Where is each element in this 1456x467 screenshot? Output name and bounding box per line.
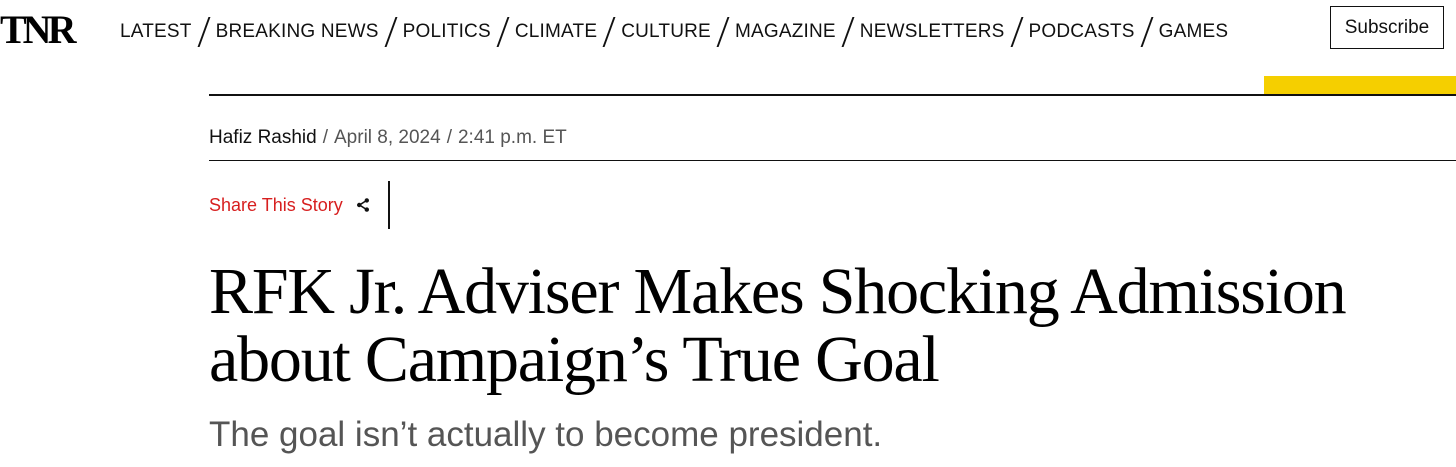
article-dek: The goal isn’t actually to become presid… [209,415,883,454]
nav-item-breaking-news[interactable]: BREAKING NEWS [216,20,379,44]
byline: Hafiz Rashid / April 8, 2024/2:41 p.m. ET [209,126,567,150]
site-header: TNR LATEST BREAKING NEWS POLITICS CLIMAT… [0,0,1456,60]
nav-item-latest[interactable]: LATEST [120,20,192,44]
share-label: Share This Story [209,195,343,215]
byline-separator: / [446,127,452,148]
share-divider [388,181,390,229]
article-headline: RFK Jr. Adviser Makes Shocking Admission… [209,258,1456,394]
author-link[interactable]: Hafiz Rashid [209,127,317,148]
nav-item-politics[interactable]: POLITICS [403,20,491,44]
nav-item-newsletters[interactable]: NEWSLETTERS [860,20,1005,44]
nav-item-games[interactable]: GAMES [1159,20,1229,44]
publish-time: 2:41 p.m. ET [457,127,567,148]
nav-item-culture[interactable]: CULTURE [621,20,711,44]
subscribe-button[interactable]: Subscribe [1330,6,1444,49]
nav-separator [602,17,616,47]
headline-line: about Campaign’s True Goal [209,323,940,396]
nav-item-climate[interactable]: CLIMATE [515,20,597,44]
nav-separator [716,17,730,47]
headline-line: RFK Jr. Adviser Makes Shocking Admission [209,255,1347,328]
nav-item-magazine[interactable]: MAGAZINE [735,20,836,44]
site-logo[interactable]: TNR [0,10,76,50]
accent-bar [1264,76,1456,94]
publish-date: April 8, 2024 [334,127,441,148]
nav-separator [197,17,211,47]
nav-separator [1010,17,1023,47]
byline-divider [209,160,1456,161]
main-nav: LATEST BREAKING NEWS POLITICS CLIMATE CU… [120,17,1228,47]
header-divider [209,94,1456,96]
nav-separator [496,17,510,47]
nav-separator [841,17,855,47]
byline-separator: / [322,127,328,148]
nav-separator [1140,17,1154,47]
share-icon [355,197,371,213]
share-button[interactable]: Share This Story [209,193,371,217]
nav-item-podcasts[interactable]: PODCASTS [1029,20,1135,44]
nav-separator [384,17,398,47]
